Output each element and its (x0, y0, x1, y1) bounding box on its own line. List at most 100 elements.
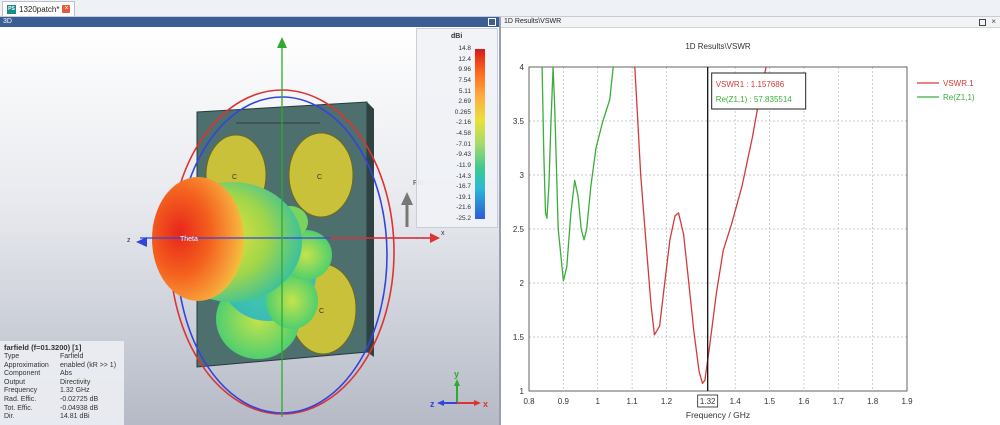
colorbar-tick-label: -16.7 (456, 183, 471, 191)
farfield-info-title: farfield (f=01.3200) [1] (4, 343, 82, 352)
colorbar-tick-label: 7.54 (458, 76, 471, 84)
colorbar-tick-label: 14.8 (458, 45, 471, 52)
y-tick-label: 3 (520, 171, 525, 180)
y-axis-arrow (277, 37, 287, 48)
tab-title: 1320patch* (19, 4, 60, 14)
x-tick-label: 1.7 (833, 397, 845, 406)
info-key: Rad. Effic. (4, 395, 37, 403)
patch-label: C (232, 174, 237, 181)
info-value: Directivity (60, 378, 91, 386)
theta-label: Theta (180, 236, 198, 243)
1d-results-pane: 1D Results\VSWR × 1D Results\VSWR 0.8 0.9 1… (501, 17, 1000, 425)
colorbar-tick-label: -9.43 (456, 151, 471, 159)
colorbar-tick-label: -4.58 (456, 130, 471, 137)
close-icon[interactable]: × (991, 17, 996, 27)
triad-x-arrow (474, 400, 481, 406)
info-key: Type (4, 353, 20, 360)
triad-x-label: x (483, 399, 488, 409)
maximize-icon[interactable] (979, 19, 986, 26)
document-tab[interactable]: PS 1320patch* × (2, 1, 76, 16)
x-axis-label: x (441, 230, 445, 237)
z-axis-label: z (127, 237, 131, 244)
farfield-info-rows: Type Farfield Approximation enabled (kR >> … (0, 353, 124, 422)
info-row: Frequency 1.32 GHz (0, 387, 124, 396)
info-row: Rad. Effic. -0.02725 dB (0, 396, 124, 405)
info-value: 1.32 GHz (60, 387, 90, 395)
colorbar-tick-label: -11.9 (456, 161, 471, 169)
document-tab-bar: PS 1320patch* × (0, 0, 1000, 17)
colorbar-tick-label: 9.96 (458, 66, 471, 74)
info-value: enabled (kR >> 1) (60, 361, 117, 369)
info-value: -0.04938 dB (60, 404, 99, 412)
colorbar-gradient (475, 49, 485, 219)
1d-pane-title: 1D Results\VSWR (504, 18, 562, 25)
x-tick-label: 1.9 (901, 397, 913, 406)
3d-viewport[interactable]: C C C x z Theta y x z dBi 14.8 12.4 9.96… (0, 27, 499, 425)
info-key: Dir. (4, 413, 15, 421)
x-axis-title: Frequency / GHz (686, 410, 750, 420)
patch-label: C (317, 174, 322, 181)
colorbar-tick-label: 0.265 (454, 108, 471, 116)
x-axis-arrow (430, 233, 440, 243)
info-row: Approximation enabled (kR >> 1) (0, 362, 124, 371)
x-tick-label: 1.2 (661, 397, 673, 406)
x-tick-label: 1.8 (867, 397, 879, 406)
legend-label: VSWR.1 (943, 79, 974, 88)
colorbar-legend: dBi 14.8 12.4 9.96 7.54 5.11 2.69 0.265 -2.16 -4… (416, 28, 498, 228)
x-tick-label: 1.32 (700, 397, 716, 406)
colorbar-tick-label: -21.6 (456, 204, 471, 212)
chart-title: 1D Results\VSWR (685, 42, 751, 51)
info-key: Component (4, 370, 41, 378)
3d-view-pane: 3D C C C x z Theta y x z dBi 14.8 12.4 9… (0, 17, 499, 425)
x-tick-label: 1.6 (798, 397, 810, 406)
vswr-chart[interactable]: 1D Results\VSWR 0.8 0.9 1 1.1 1.2 1.32 1.4 1.5 1.… (501, 27, 1000, 425)
3d-pane-header: 3D (0, 17, 499, 27)
x-tick-label: 1 (596, 397, 601, 406)
colorbar-tick-label: -25.2 (456, 215, 471, 222)
x-tick-label: 1.1 (627, 397, 639, 406)
colorbar-tick-label: -14.3 (456, 172, 471, 180)
colorbar-tick-label: -2.16 (456, 119, 471, 127)
info-row: Tot. Effic. -0.04938 dB (0, 405, 124, 414)
y-tick-label: 1.5 (513, 333, 525, 342)
marker-readout-text: Re(Z1,1) : 57.835514 (716, 95, 793, 104)
colorbar-tick-label: -7.01 (456, 140, 471, 148)
patch-label: C (319, 308, 324, 315)
ground-plane-edge (367, 102, 374, 357)
y-tick-label: 1 (520, 387, 525, 396)
y-tick-label: 4 (520, 63, 525, 72)
x-tick-label: 1.4 (730, 397, 742, 406)
info-row: Type Farfield (0, 353, 124, 362)
info-key: Tot. Effic. (4, 404, 33, 412)
main-lobe (152, 177, 244, 301)
colorbar-tick-label: -19.1 (456, 193, 471, 201)
phi-arrow-head (401, 192, 413, 205)
app-icon: PS (7, 4, 16, 14)
maximize-icon[interactable] (488, 18, 496, 26)
info-row: Component Abs (0, 370, 124, 379)
x-tick-label: 1.5 (764, 397, 776, 406)
colorbar-tick-label: 5.11 (458, 87, 471, 95)
close-icon[interactable]: × (62, 5, 71, 13)
triad-y-arrow (454, 379, 460, 386)
series-line-re-z11 (541, 67, 614, 282)
series-line-vswr (634, 67, 767, 385)
colorbar-tick-label: 2.69 (458, 98, 471, 106)
triad-y-label: y (454, 369, 459, 379)
y-tick-label: 3.5 (513, 117, 525, 126)
info-value: Farfield (60, 353, 84, 360)
y-tick-label: 2.5 (513, 225, 525, 234)
info-key: Approximation (4, 361, 49, 369)
colorbar-unit: dBi (451, 33, 463, 40)
farfield-info-panel: farfield (f=01.3200) [1] Type Farfield App… (0, 341, 124, 425)
info-key: Frequency (4, 387, 38, 395)
x-tick-label: 0.8 (523, 397, 535, 406)
triad-z-label: z (430, 399, 435, 409)
info-value: 14.81 dBi (60, 413, 90, 421)
colorbar-tick-label: 12.4 (458, 55, 471, 63)
info-key: Output (4, 378, 26, 386)
y-tick-label: 2 (520, 279, 525, 288)
triad-z-arrow (437, 400, 444, 406)
info-row: Output Directivity (0, 379, 124, 388)
info-value: Abs (60, 370, 73, 378)
